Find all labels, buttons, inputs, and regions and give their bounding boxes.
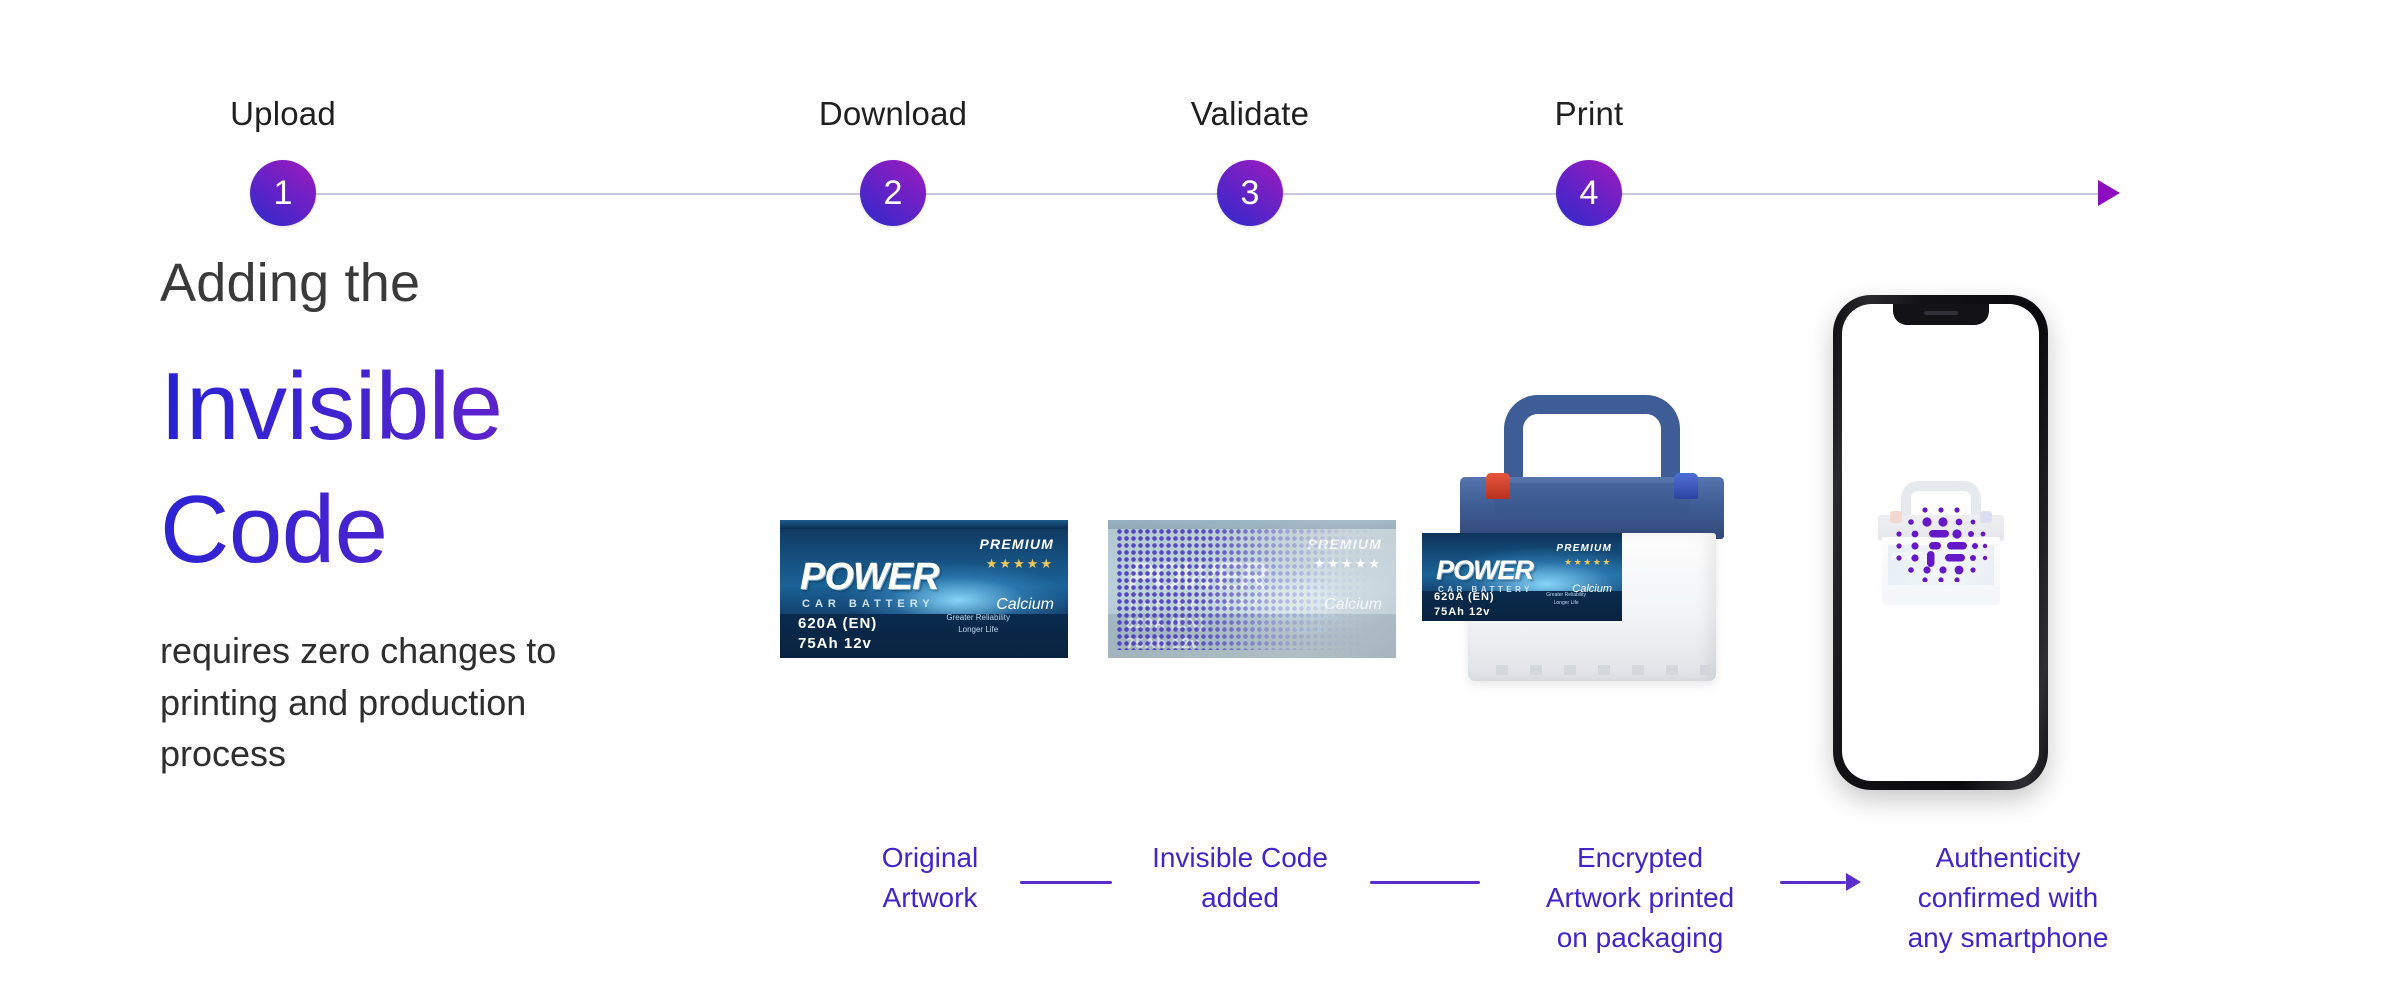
label-brand: POWER [800,556,940,598]
label-brand: POWER [1436,555,1534,585]
original-artwork-label: POWER CAR BATTERY PREMIUM ★★★★★ Calcium … [780,520,1068,658]
battery-handle [1504,395,1680,487]
scanned-battery-preview: POWER [1874,479,2008,607]
label-chemistry: Calcium [1324,596,1382,613]
caption-invisible-code: Invisible Code added [1152,842,1328,913]
label-tagline: Greater Reliability Longer Life [1274,613,1338,634]
label-wash-overlay [1108,520,1396,658]
caption-row: Original Artwork Invisible Code added En… [0,838,2382,978]
preview-battery-case [1881,536,2000,605]
label-tagline: Greater Reliability Longer Life [946,613,1010,634]
battery-applied-label: POWER CAR BATTERY PREMIUM ★★★★★ Calcium … [1422,533,1622,621]
label-spec-amps: 620A (EN) [798,615,878,632]
invisible-code-dot-pattern [1116,528,1388,650]
timeline-label-validate: Validate [1190,95,1310,132]
battery-top-cover [1460,477,1724,539]
caption-original-artwork: Original Artwork [881,842,979,913]
label-spec-volts: 75Ah 12v [1434,606,1491,618]
battery-positive-terminal [1486,473,1510,499]
label-spec-volts: 75Ah 12v [1126,635,1200,652]
star-rating-icon: ★★★★★ [1564,557,1612,567]
star-rating-icon: ★★★★★ [985,556,1054,571]
caption-connector-arrow-line [1780,881,1846,884]
label-premium: PREMIUM [1307,536,1382,552]
label-premium: PREMIUM [979,536,1054,552]
label-premium: PREMIUM [1556,543,1612,554]
headline-block: Adding the Invisible Code requires zero … [160,255,800,779]
label-bottom-bar [1422,591,1622,621]
label-top-strip [780,520,1068,529]
caption-connector-2 [1370,881,1480,884]
timeline-track [300,193,2100,195]
caption-authenticity: Authenticity confirmed with any smartpho… [1907,842,2109,953]
process-timeline: Upload Download Validate Print 1 2 3 4 [0,0,2382,230]
label-brand: POWER [1128,556,1268,598]
preview-battery-label: POWER [1887,544,1994,585]
phone-screen: POWER [1842,304,2039,781]
label-brand-sub: CAR BATTERY [1130,598,1263,610]
smartphone-mockup: POWER [1833,295,2048,790]
label-chemistry: Calcium [1572,583,1612,595]
battery-negative-terminal [1674,473,1698,499]
timeline-step-1[interactable]: 1 [250,160,316,226]
label-brand-sub: CAR BATTERY [1438,585,1533,594]
label-background [1422,533,1622,621]
label-brand-sub: CAR BATTERY [802,598,935,610]
label-bottom-bar [1108,614,1396,658]
caption-connector-1 [1020,881,1112,884]
label-tagline: Greater Reliability Longer Life [1546,592,1586,606]
label-background [780,520,1068,658]
label-spec-volts: 75Ah 12v [798,635,872,652]
headline-kicker: Adding the [160,253,421,313]
timeline-label-upload: Upload [230,95,336,132]
battery-label-card: POWER CAR BATTERY PREMIUM ★★★★★ Calcium … [1422,533,1622,621]
preview-negative-terminal [1979,510,1992,523]
detected-code-dots-icon [1895,506,1987,582]
label-chemistry: Calcium [996,596,1054,613]
preview-positive-terminal [1889,510,1902,523]
label-background [1108,520,1396,658]
timeline-step-4[interactable]: 4 [1556,160,1622,226]
headline-subtitle: requires zero changes to printing and pr… [160,630,557,774]
battery-case [1468,533,1716,681]
preview-label-brand: POWER [1891,550,1932,563]
arrow-right-icon [2098,180,2120,206]
label-spec-amps: 620A (EN) [1434,591,1495,603]
preview-battery-top [1877,514,2004,541]
label-top-strip [1108,520,1396,529]
arrow-right-icon [1846,873,1861,891]
battery-product-photo [1452,395,1732,695]
page-title: Invisible Code [160,346,800,592]
label-spec-amps: 620A (EN) [1126,615,1206,632]
timeline-label-print: Print [1554,95,1624,132]
timeline-step-2[interactable]: 2 [860,160,926,226]
preview-battery-handle [1900,480,1981,521]
star-rating-icon: ★★★★★ [1313,556,1382,571]
caption-encrypted-artwork: Encrypted Artwork printed on packaging [1545,842,1735,953]
timeline-label-download: Download [818,95,968,132]
label-bottom-bar [780,614,1068,658]
phone-notch-icon [1892,304,1989,325]
timeline-step-3[interactable]: 3 [1217,160,1283,226]
coded-artwork-label: POWER CAR BATTERY PREMIUM ★★★★★ Calcium … [1108,520,1396,658]
battery-top-inset [1494,483,1690,513]
